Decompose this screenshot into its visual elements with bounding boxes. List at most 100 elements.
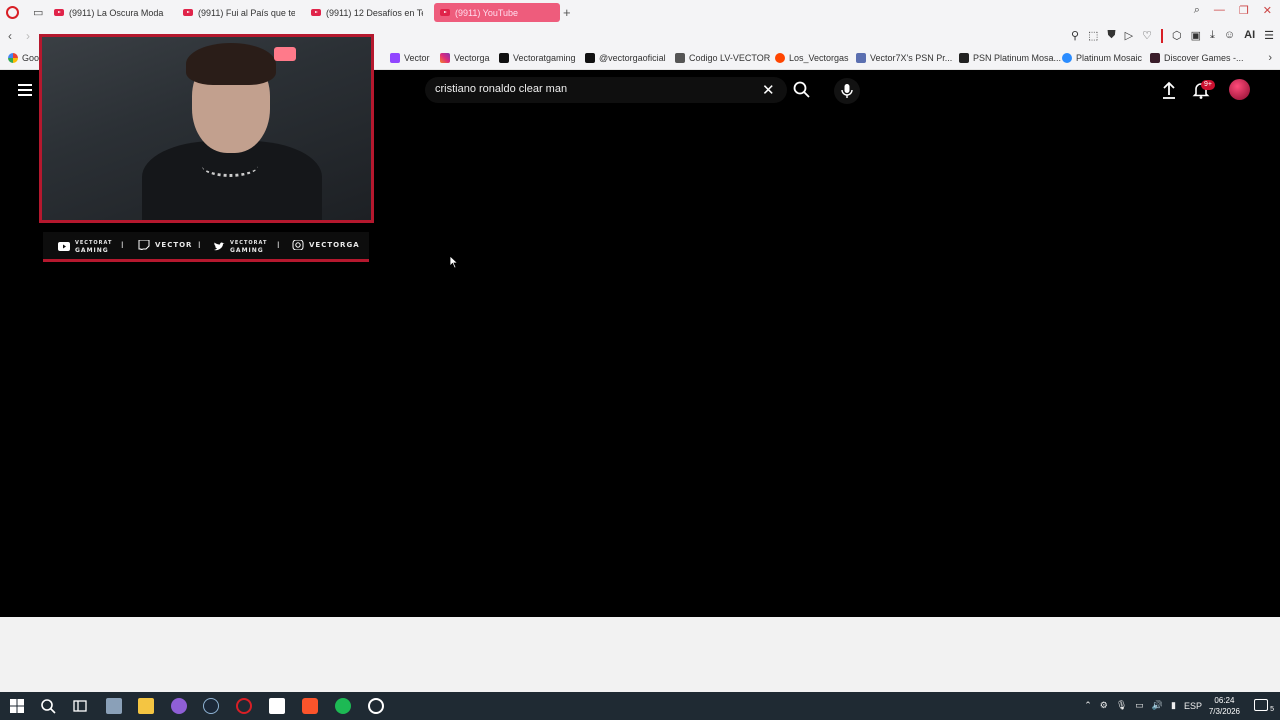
microphone-icon[interactable]: 🎙 (1116, 700, 1127, 711)
windows-taskbar: ⌃ ⚙ 🎙 ▭ 🔊 ▮ ESP 06:24 7/3/2026 5 (0, 692, 1280, 720)
menu-icon[interactable]: ☰ (1264, 29, 1274, 43)
social-label: VECTORGA (309, 241, 360, 249)
close-icon[interactable]: ✕ (1263, 4, 1272, 17)
social-separator: I (277, 240, 280, 250)
battery-icon[interactable]: ▮ (1171, 700, 1176, 711)
search-input[interactable]: cristiano ronaldo clear man ✕ (425, 77, 787, 103)
bookmark-label: Vector (404, 53, 430, 63)
youtube-favicon-icon (54, 9, 64, 16)
mosaic-icon (1062, 53, 1072, 63)
heart-icon[interactable]: ♡ (1142, 29, 1152, 43)
task-view-icon[interactable] (72, 698, 88, 714)
tab-label: (9911) La Oscura Moda de (69, 7, 166, 18)
social-separator: I (121, 240, 124, 250)
pin-icon[interactable]: ⚲ (1071, 29, 1079, 43)
bookmark-google[interactable]: Goo (8, 53, 39, 63)
profile-icon[interactable]: ☺ (1224, 29, 1235, 43)
epic-games-icon[interactable] (269, 698, 285, 714)
volume-icon[interactable]: 🔊 (1152, 700, 1163, 711)
streamer-body (142, 141, 322, 220)
tab-fui-al-pais[interactable]: (9911) Fui al País que te P (183, 3, 295, 22)
notification-count-badge: 9+ (1201, 80, 1215, 90)
forward-icon[interactable]: › (26, 29, 30, 43)
file-explorer-icon[interactable] (138, 698, 154, 714)
screen: ▭ (9911) La Oscura Moda de (9911) Fui al… (0, 0, 1280, 720)
toolbar-icons: ⚲ ⬚ ⛊ ▷ ♡ ⬡ ▣ ⤓ ☺ AI ☰ (1071, 29, 1274, 43)
new-tab-button[interactable]: + (563, 5, 571, 20)
avatar[interactable] (1229, 79, 1250, 100)
mouse-cursor-icon (449, 255, 459, 269)
obs-icon[interactable] (368, 698, 384, 714)
youtube-favicon-icon (311, 9, 321, 16)
social-label: VECTORAT (230, 240, 268, 246)
discord-icon[interactable] (171, 698, 187, 714)
snapshot-icon[interactable]: ⬚ (1088, 29, 1098, 43)
bookmark-label: Discover Games -... (1164, 53, 1244, 63)
spotify-icon[interactable] (335, 698, 351, 714)
streamer-hair (186, 43, 276, 85)
network-icon[interactable]: ▭ (1135, 700, 1144, 711)
twitch-icon (138, 240, 150, 250)
bookmark-label: Los_Vectorgas (789, 53, 849, 63)
play-icon[interactable]: ▷ (1125, 29, 1133, 43)
download-icon[interactable]: ⤓ (1210, 29, 1215, 43)
back-icon[interactable]: ‹ (8, 29, 12, 43)
bookmark-label: @vectorgaoficial (599, 53, 666, 63)
search-icon[interactable] (40, 698, 56, 714)
ai-button[interactable]: AI (1244, 29, 1255, 43)
browser-tab-bar: ▭ (9911) La Oscura Moda de (9911) Fui al… (0, 0, 1280, 25)
minimize-icon[interactable]: — (1214, 4, 1225, 17)
tab-youtube-active[interactable]: (9911) YouTube (434, 3, 560, 22)
tab-12-desafios[interactable]: (9911) 12 Desafíos en Tele (311, 3, 423, 22)
app-icon[interactable] (106, 698, 122, 714)
bookmarks-more-icon[interactable]: › (1268, 52, 1272, 64)
microphone-icon (841, 84, 853, 98)
tab-la-oscura-moda[interactable]: (9911) La Oscura Moda de (54, 3, 166, 22)
system-tray: ⌃ ⚙ 🎙 ▭ 🔊 ▮ ESP (1084, 700, 1202, 711)
voice-search-button[interactable] (834, 78, 860, 104)
brave-icon[interactable] (302, 698, 318, 714)
windows-start-icon[interactable] (9, 698, 25, 714)
bookmark-tiktok[interactable]: @vectorgaoficial (585, 53, 666, 63)
bookmark-platinum-mosaic[interactable]: Platinum Mosaic (1062, 53, 1142, 63)
bookmark-codigo-lv-vector[interactable]: Codigo LV-VECTOR (675, 53, 770, 63)
shield-icon[interactable]: ⛊ (1107, 29, 1115, 43)
game-icon (1150, 53, 1160, 63)
wallet-icon[interactable]: ▣ (1191, 29, 1201, 43)
streamer-chain (202, 155, 258, 177)
search-icon[interactable] (792, 80, 812, 100)
search-tabs-icon[interactable]: ⌕ (1194, 4, 1200, 17)
bookmark-psn-profile[interactable]: Vector7X's PSN Pr... (856, 53, 952, 63)
tab-label: (9911) Fui al País que te P (198, 7, 295, 18)
restore-icon[interactable]: ❐ (1239, 4, 1249, 17)
social-label: GAMING (75, 247, 109, 254)
search-query-text: cristiano ronaldo clear man (435, 83, 568, 95)
social-label: VECTOR (155, 241, 193, 249)
social-instagram: VECTORGA (292, 240, 360, 250)
opera-logo-icon[interactable] (6, 6, 19, 19)
bookmark-psn-platinum[interactable]: PSN Platinum Mosa... (959, 53, 1061, 63)
social-links-banner: VECTORAT GAMING I VECTOR I VECTORAT GAMI… (43, 232, 369, 262)
chevron-up-icon[interactable]: ⌃ (1084, 700, 1092, 711)
notification-center-icon[interactable] (1254, 699, 1268, 711)
clock[interactable]: 06:24 7/3/2026 (1209, 695, 1240, 717)
extensions-icon[interactable]: ⬡ (1172, 29, 1182, 43)
clear-search-icon[interactable]: ✕ (762, 81, 775, 99)
opera-gx-icon[interactable] (236, 698, 252, 714)
bookmark-vector-twitch[interactable]: Vector (390, 53, 430, 63)
network-app-icon[interactable]: ⚙ (1100, 700, 1108, 711)
bookmark-discover-games[interactable]: Discover Games -... (1150, 53, 1244, 63)
bookmark-label: PSN Platinum Mosa... (973, 53, 1062, 63)
guide-menu-icon[interactable] (18, 84, 32, 99)
language-indicator[interactable]: ESP (1184, 701, 1202, 711)
bookmark-vectoratgaming-x[interactable]: Vectoratgaming (499, 53, 576, 63)
steam-icon[interactable] (203, 698, 219, 714)
bookmark-label: Platinum Mosaic (1076, 53, 1143, 63)
workspaces-icon[interactable]: ▭ (33, 6, 43, 19)
bookmark-reddit[interactable]: Los_Vectorgas (775, 53, 849, 63)
upload-icon[interactable] (1160, 80, 1178, 100)
twitch-icon (390, 53, 400, 63)
bookmark-label: Vectoratgaming (513, 53, 576, 63)
tab-label: (9911) 12 Desafíos en Tele (326, 7, 423, 18)
bookmark-vectorga-instagram[interactable]: Vectorga (440, 53, 490, 63)
